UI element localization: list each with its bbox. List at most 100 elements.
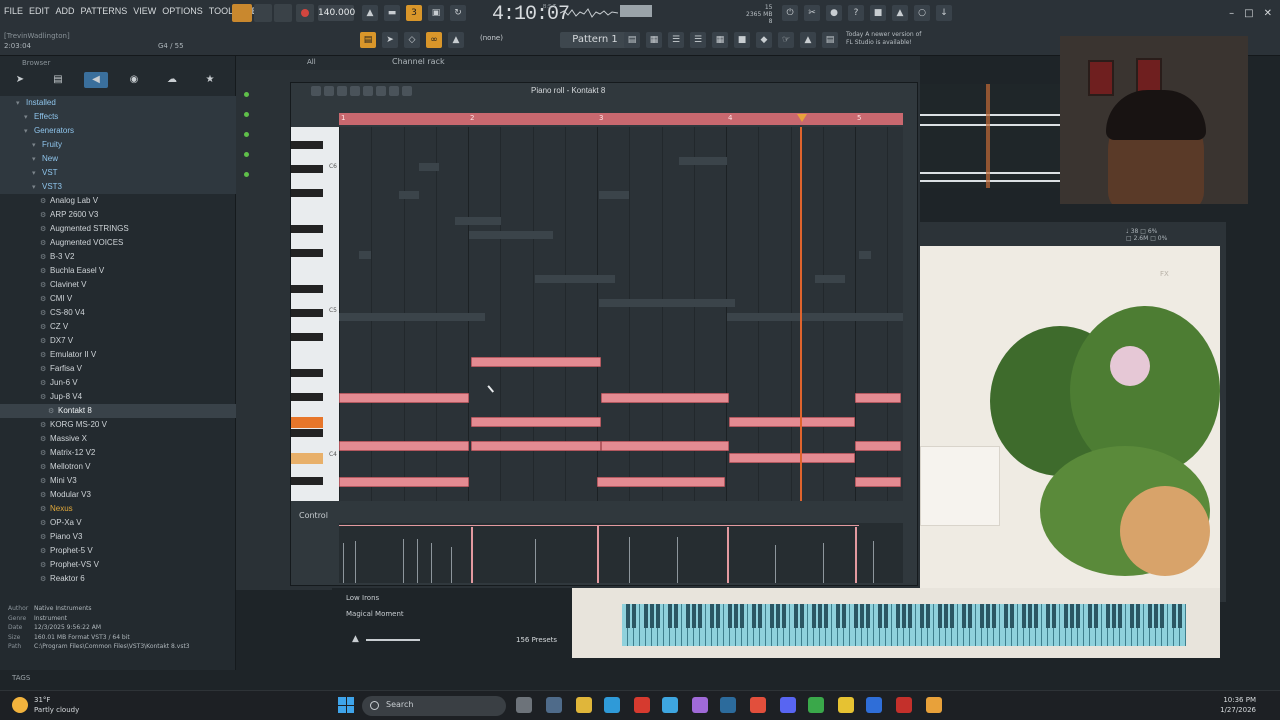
tree-plugin[interactable]: ⚙ Buchla Easel V: [0, 264, 236, 278]
black-key[interactable]: [728, 604, 732, 628]
steam-icon[interactable]: [720, 697, 736, 713]
black-key[interactable]: [992, 604, 996, 628]
black-key[interactable]: [812, 604, 816, 628]
midi-note[interactable]: [339, 477, 469, 487]
velocity-bar[interactable]: [403, 539, 404, 583]
menu-patterns[interactable]: PATTERNS: [81, 6, 128, 16]
velocity-bar[interactable]: [873, 541, 874, 583]
volume-slider[interactable]: [366, 639, 420, 641]
black-key[interactable]: [1022, 604, 1026, 628]
velocity-bar[interactable]: [775, 545, 776, 583]
black-key[interactable]: [782, 604, 786, 628]
black-key[interactable]: [1070, 604, 1074, 628]
tree-plugin[interactable]: ⚙ Mellotron V: [0, 460, 236, 474]
app-icon[interactable]: [896, 697, 912, 713]
slice-icon[interactable]: [363, 86, 373, 96]
velocity-bar[interactable]: [629, 537, 630, 583]
tree-plugin[interactable]: ⚙ CMI V: [0, 292, 236, 306]
project-icon[interactable]: ■: [734, 32, 750, 48]
black-key[interactable]: [1106, 604, 1110, 628]
all-tab-icon[interactable]: ➤: [8, 72, 32, 88]
playhead-marker[interactable]: [797, 114, 807, 122]
channel-led[interactable]: [244, 132, 249, 137]
chrome-icon[interactable]: [750, 697, 766, 713]
tree-folder[interactable]: ▾ New: [0, 152, 236, 166]
black-key[interactable]: [1160, 604, 1164, 628]
mute-icon[interactable]: [350, 86, 360, 96]
weather-widget[interactable]: 31°F Partly cloudy: [34, 695, 79, 715]
black-key[interactable]: [674, 604, 678, 628]
tree-plugin[interactable]: ⚙ Modular V3: [0, 488, 236, 502]
velocity-bar[interactable]: [417, 539, 418, 583]
black-key[interactable]: [291, 309, 323, 317]
tree-plugin[interactable]: ⚙ B-3 V2: [0, 250, 236, 264]
countdown-icon[interactable]: 3: [406, 5, 422, 21]
midi-note[interactable]: [597, 477, 725, 487]
midi-note[interactable]: [471, 357, 601, 367]
midi-note[interactable]: [471, 441, 601, 451]
fl-studio-icon[interactable]: [926, 697, 942, 713]
midi-note[interactable]: [339, 393, 469, 403]
menu-file[interactable]: FILE: [4, 6, 23, 16]
black-key[interactable]: [1064, 604, 1068, 628]
cut-icon[interactable]: ✂: [804, 5, 820, 21]
black-key[interactable]: [938, 604, 942, 628]
black-key[interactable]: [896, 604, 900, 628]
close-icon[interactable]: ✕: [1264, 8, 1272, 19]
black-key[interactable]: [1052, 604, 1056, 628]
touch-icon[interactable]: ☞: [778, 32, 794, 48]
black-key[interactable]: [980, 604, 984, 628]
channel-led[interactable]: [244, 112, 249, 117]
menu-add[interactable]: ADD: [56, 6, 75, 16]
snap-select[interactable]: (none): [480, 34, 530, 42]
black-key[interactable]: [854, 604, 858, 628]
tree-plugin[interactable]: ⚙ OP-Xa V: [0, 516, 236, 530]
app-icon[interactable]: [634, 697, 650, 713]
word-icon[interactable]: [866, 697, 882, 713]
velocity-bar[interactable]: [355, 541, 356, 583]
record-button[interactable]: [296, 4, 314, 22]
tree-plugin[interactable]: ⚙ KORG MS-20 V: [0, 418, 236, 432]
black-key[interactable]: [1112, 604, 1116, 628]
tree-folder[interactable]: ▾ VST3: [0, 180, 236, 194]
select-icon[interactable]: [376, 86, 386, 96]
browser-icon[interactable]: ▦: [712, 32, 728, 48]
black-key[interactable]: [291, 369, 323, 377]
velocity-lane[interactable]: [339, 523, 903, 583]
record-tool-icon[interactable]: ▲: [800, 32, 816, 48]
black-key[interactable]: [656, 604, 660, 628]
black-key[interactable]: [1034, 604, 1038, 628]
tree-plugin[interactable]: ⚙ Kontakt 8: [0, 404, 236, 418]
wait-input-icon[interactable]: ▬: [384, 5, 400, 21]
black-key[interactable]: [710, 604, 714, 628]
channel-led[interactable]: [244, 152, 249, 157]
fx-button[interactable]: FX: [1160, 270, 1169, 278]
black-key[interactable]: [878, 604, 882, 628]
news-panel[interactable]: Today A newer version of FL Studio is av…: [846, 31, 921, 47]
black-key[interactable]: [1178, 604, 1182, 628]
pencil-icon[interactable]: [311, 86, 321, 96]
tree-plugin[interactable]: ⚙ Nexus: [0, 502, 236, 516]
channel-rack-icon[interactable]: ☰: [668, 32, 684, 48]
minimize-icon[interactable]: –: [1229, 8, 1234, 19]
black-key[interactable]: [644, 604, 648, 628]
discord-icon[interactable]: [780, 697, 796, 713]
black-key[interactable]: [908, 604, 912, 628]
playback-icon[interactable]: [402, 86, 412, 96]
black-key[interactable]: [291, 393, 323, 401]
tree-folder[interactable]: ▾ Fruity: [0, 138, 236, 152]
search-box[interactable]: Search: [362, 696, 506, 716]
black-key[interactable]: [860, 604, 864, 628]
black-key[interactable]: [291, 285, 323, 293]
stamp-icon[interactable]: ▲: [448, 32, 464, 48]
zoom-icon[interactable]: [389, 86, 399, 96]
tree-plugin[interactable]: ⚙ Farfisa V: [0, 362, 236, 376]
midi-note[interactable]: [855, 477, 901, 487]
velocity-bar[interactable]: [597, 525, 599, 583]
maximize-icon[interactable]: □: [1244, 8, 1253, 19]
black-key[interactable]: [1004, 604, 1008, 628]
timeline-ruler[interactable]: 1 2 3 4 5: [339, 113, 903, 125]
black-key[interactable]: [962, 604, 966, 628]
black-key[interactable]: [926, 604, 930, 628]
velocity-bar[interactable]: [471, 527, 473, 583]
